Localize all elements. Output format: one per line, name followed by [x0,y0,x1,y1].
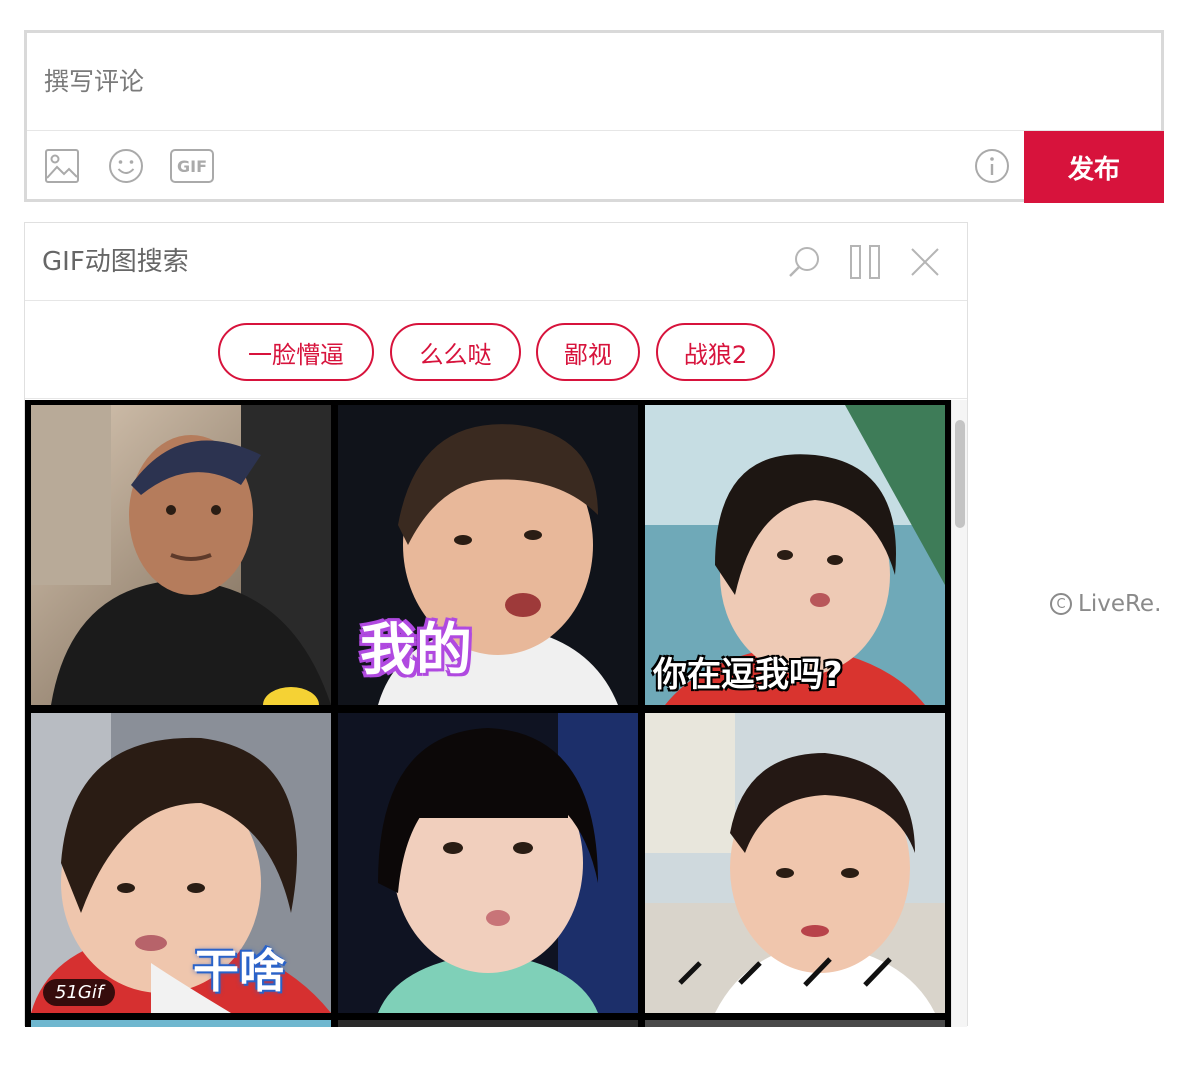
gif-panel-header: GIF动图搜索 [25,223,967,301]
composer-toolbar: GIF 发布 [27,130,1164,203]
image-icon [45,149,79,183]
gif-result-item[interactable] [645,713,945,1013]
gif-caption: 干啥 [193,944,285,998]
gif-grid-scrollbar[interactable] [951,400,967,1027]
gif-result-item[interactable] [338,713,638,1013]
gif-caption: 我的 [360,618,472,683]
gif-search-panel: GIF动图搜索 一脸懵逼 么么哒 鄙视 战狼2 我的 你在逗我吗? 干啥 51G… [24,222,968,1027]
gif-tag[interactable]: 么么哒 [390,323,521,381]
gif-thumbnail-image [31,713,331,1013]
pause-icon [850,245,880,279]
gif-thumbnail-image [31,405,331,705]
gif-tag[interactable]: 鄙视 [536,323,640,381]
gif-result-item[interactable]: 干啥 51Gif [31,713,331,1013]
close-icon [911,248,939,276]
gif-panel-title: GIF动图搜索 [42,247,189,277]
info-button[interactable] [973,147,1011,185]
gif-tag[interactable]: 一脸懵逼 [218,323,374,381]
gif-thumbnail-image [338,713,638,1013]
submit-button[interactable]: 发布 [1024,131,1164,203]
gif-tag[interactable]: 战狼2 [656,323,775,381]
search-icon [789,247,819,277]
gif-pause-button[interactable] [845,241,885,283]
scrollbar-thumb[interactable] [955,420,965,528]
gif-watermark: 51Gif [43,979,116,1006]
copyright-icon: C [1050,593,1072,615]
gif-result-item[interactable] [338,1020,638,1027]
gif-thumbnail-image [645,713,945,1013]
gif-result-item[interactable] [645,1020,945,1027]
brand-logo[interactable]: C LiveRe. [1050,591,1161,617]
gif-caption: 你在逗我吗? [653,655,843,695]
gif-result-item[interactable] [31,1020,331,1027]
gif-tag-list: 一脸懵逼 么么哒 鄙视 战狼2 [25,301,967,399]
gif-result-item[interactable] [31,405,331,705]
gif-result-item[interactable]: 你在逗我吗? [645,405,945,705]
gif-button[interactable]: GIF [170,147,214,185]
emoji-icon [109,149,143,183]
gif-button-label: GIF [176,156,207,176]
gif-result-item[interactable]: 我的 [338,405,638,705]
gif-result-grid: 我的 你在逗我吗? 干啥 51Gif [25,400,951,1027]
comment-input[interactable] [27,33,1161,130]
info-icon [975,149,1009,183]
gif-close-button[interactable] [905,241,945,283]
brand-name: LiveRe. [1078,591,1162,617]
image-upload-button[interactable] [43,147,81,185]
emoji-button[interactable] [107,147,145,185]
gif-search-button[interactable] [785,241,825,283]
comment-composer: GIF 发布 [24,30,1164,203]
